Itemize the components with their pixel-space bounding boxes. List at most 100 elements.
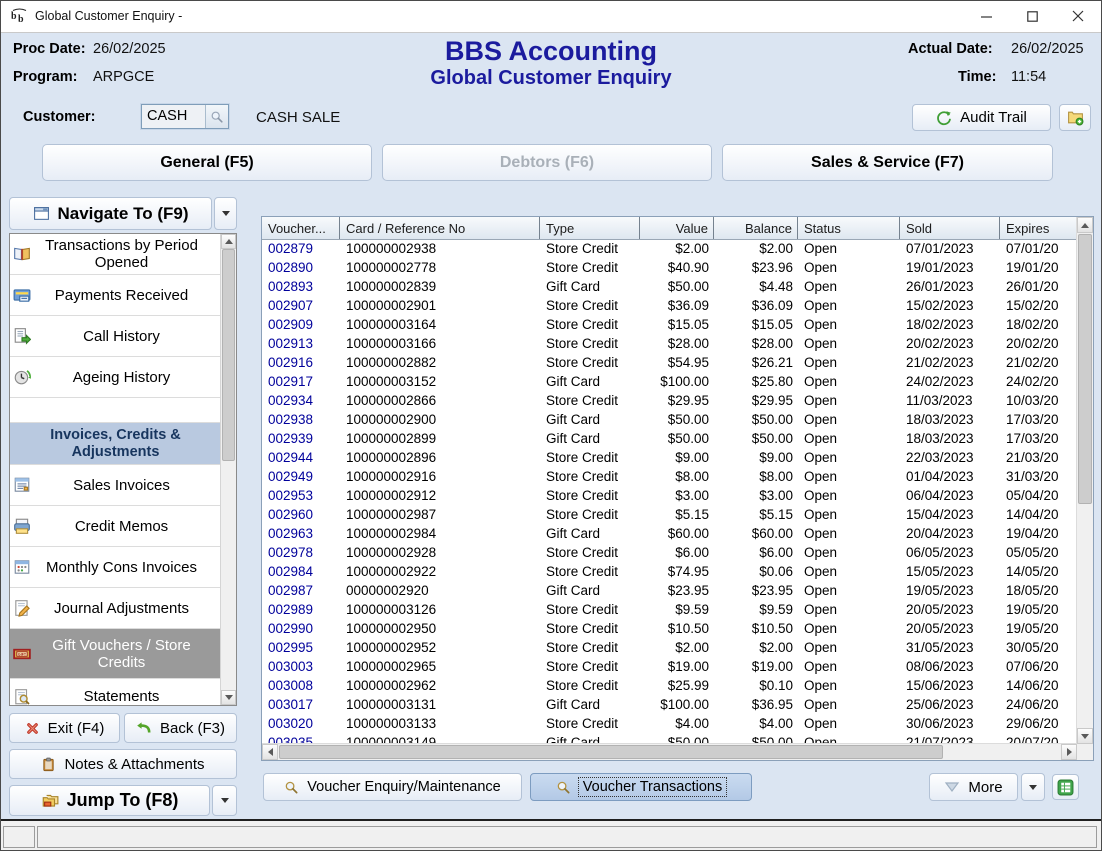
table-row[interactable]: 002944100000002896Store Credit$9.00$9.00… [262,448,1077,467]
more-dropdown-button[interactable] [1021,773,1045,801]
sidebar-scroll-thumb[interactable] [222,249,235,461]
table-cell: $3.00 [640,486,714,505]
table-cell: $26.21 [714,353,798,372]
table-cell: 002939 [262,429,340,448]
table-row[interactable]: 002934100000002866Store Credit$29.95$29.… [262,391,1077,410]
statement-icon [13,688,31,706]
maximize-button[interactable] [1009,1,1055,31]
table-vertical-scrollbar[interactable] [1076,217,1093,744]
table-cell: $9.59 [640,600,714,619]
invoice-icon [13,476,31,494]
jump-to-button[interactable]: Jump To (F8) [9,785,210,816]
sidebar-item[interactable]: Payments Received [10,275,221,316]
table-cell: 07/01/2023 [900,239,1000,258]
table-scroll-down-button[interactable] [1077,728,1093,744]
voucher-enquiry-button[interactable]: Voucher Enquiry/Maintenance [263,773,522,801]
table-row[interactable]: 002913100000003166Store Credit$28.00$28.… [262,334,1077,353]
table-row[interactable]: 003020100000003133Store Credit$4.00$4.00… [262,714,1077,733]
table-row[interactable]: 002984100000002922Store Credit$74.95$0.0… [262,562,1077,581]
table-cell: 100000002950 [340,619,540,638]
table-row[interactable]: 003003100000002965Store Credit$19.00$19.… [262,657,1077,676]
notes-attachments-button[interactable]: Notes & Attachments [9,749,237,779]
table-scroll-left-button[interactable] [262,744,278,760]
column-header[interactable]: Status [798,217,900,239]
close-button[interactable] [1055,1,1101,31]
sidebar-item[interactable]: Statements [10,679,221,705]
table-cell: Open [798,429,900,448]
sidebar-item[interactable]: Ageing History [10,357,221,398]
column-header[interactable]: Type [540,217,640,239]
table-row[interactable]: 002909100000003164Store Credit$15.05$15.… [262,315,1077,334]
table-row[interactable]: 002963100000002984Gift Card$60.00$60.00O… [262,524,1077,543]
tab-sales-service[interactable]: Sales & Service (F7) [722,144,1053,181]
table-horizontal-scroll-thumb[interactable] [279,745,943,759]
sidebar-item[interactable]: Sales Invoices [10,465,221,506]
table-row[interactable]: 00298700000002920Gift Card$23.95$23.95Op… [262,581,1077,600]
table-cell: 100000002912 [340,486,540,505]
voucher-transactions-button[interactable]: Voucher Transactions [530,773,752,801]
table-cell: $25.80 [714,372,798,391]
sidebar-scrollbar[interactable] [220,234,236,705]
table-scroll-up-button[interactable] [1077,217,1093,233]
minimize-button[interactable] [963,1,1009,31]
table-cell: $100.00 [640,372,714,391]
jump-to-dropdown-button[interactable] [212,785,237,816]
exit-button[interactable]: Exit (F4) [9,713,120,743]
table-row[interactable]: 002907100000002901Store Credit$36.09$36.… [262,296,1077,315]
tab-sales-service-label: Sales & Service (F7) [811,154,964,172]
table-row[interactable]: 002938100000002900Gift Card$50.00$50.00O… [262,410,1077,429]
sidebar-item[interactable]: GIFTGift Vouchers / Store Credits [10,629,221,679]
table-row[interactable]: 002989100000003126Store Credit$9.59$9.59… [262,600,1077,619]
sidebar-item[interactable]: Call History [10,316,221,357]
table-row[interactable]: 002939100000002899Gift Card$50.00$50.00O… [262,429,1077,448]
table-cell: Open [798,372,900,391]
table-scroll-right-button[interactable] [1061,744,1077,760]
column-header[interactable]: Value [640,217,714,239]
table-row[interactable]: 003008100000002962Store Credit$25.99$0.1… [262,676,1077,695]
attachments-button[interactable] [1059,104,1091,131]
sidebar-scroll-down-button[interactable] [221,690,236,705]
table-row[interactable]: 002916100000002882Store Credit$54.95$26.… [262,353,1077,372]
audit-trail-button[interactable]: Audit Trail [912,104,1051,131]
table-row[interactable]: 002995100000002952Store Credit$2.00$2.00… [262,638,1077,657]
table-vertical-scroll-thumb[interactable] [1078,234,1092,504]
column-header[interactable]: Sold [900,217,1000,239]
table-row[interactable]: 002917100000003152Gift Card$100.00$25.80… [262,372,1077,391]
navigate-to-button[interactable]: Navigate To (F9) [9,197,212,230]
column-header[interactable]: Expires [1000,217,1077,239]
column-header[interactable]: Card / Reference No [340,217,540,239]
customer-lookup-button[interactable] [205,105,228,128]
table-row[interactable]: 002893100000002839Gift Card$50.00$4.48Op… [262,277,1077,296]
export-excel-button[interactable] [1052,774,1079,800]
sidebar-scroll-up-button[interactable] [221,234,236,249]
table-cell: 100000002965 [340,657,540,676]
table-cell: 002893 [262,277,340,296]
table-horizontal-scrollbar[interactable] [262,743,1077,760]
navigate-to-dropdown-button[interactable] [214,197,237,230]
table-row[interactable]: 002949100000002916Store Credit$8.00$8.00… [262,467,1077,486]
column-header[interactable]: Balance [714,217,798,239]
sidebar-item[interactable]: Monthly Cons Invoices [10,547,221,588]
customer-code-field[interactable]: CASH [141,104,229,129]
table-cell: $10.50 [714,619,798,638]
table-row[interactable]: 002879100000002938Store Credit$2.00$2.00… [262,239,1077,258]
table-row[interactable]: 002953100000002912Store Credit$3.00$3.00… [262,486,1077,505]
table-cell: $9.59 [714,600,798,619]
table-row[interactable]: 002960100000002987Store Credit$5.15$5.15… [262,505,1077,524]
more-button[interactable]: More [929,773,1018,801]
table-cell: $3.00 [714,486,798,505]
sidebar-item[interactable]: Journal Adjustments [10,588,221,629]
column-header[interactable]: Voucher... [262,217,340,239]
tab-general[interactable]: General (F5) [42,144,372,181]
table-row[interactable]: 002890100000002778Store Credit$40.90$23.… [262,258,1077,277]
table-row[interactable]: 003017100000003131Gift Card$100.00$36.95… [262,695,1077,714]
table-cell: 100000002987 [340,505,540,524]
table-cell: Open [798,524,900,543]
sidebar-item[interactable]: Credit Memos [10,506,221,547]
table-row[interactable]: 002978100000002928Store Credit$6.00$6.00… [262,543,1077,562]
table-cell: $50.00 [714,410,798,429]
sidebar-item[interactable]: Transactions by Period Opened [10,234,221,275]
table-cell: 22/03/2023 [900,448,1000,467]
table-row[interactable]: 002990100000002950Store Credit$10.50$10.… [262,619,1077,638]
back-button[interactable]: Back (F3) [124,713,237,743]
